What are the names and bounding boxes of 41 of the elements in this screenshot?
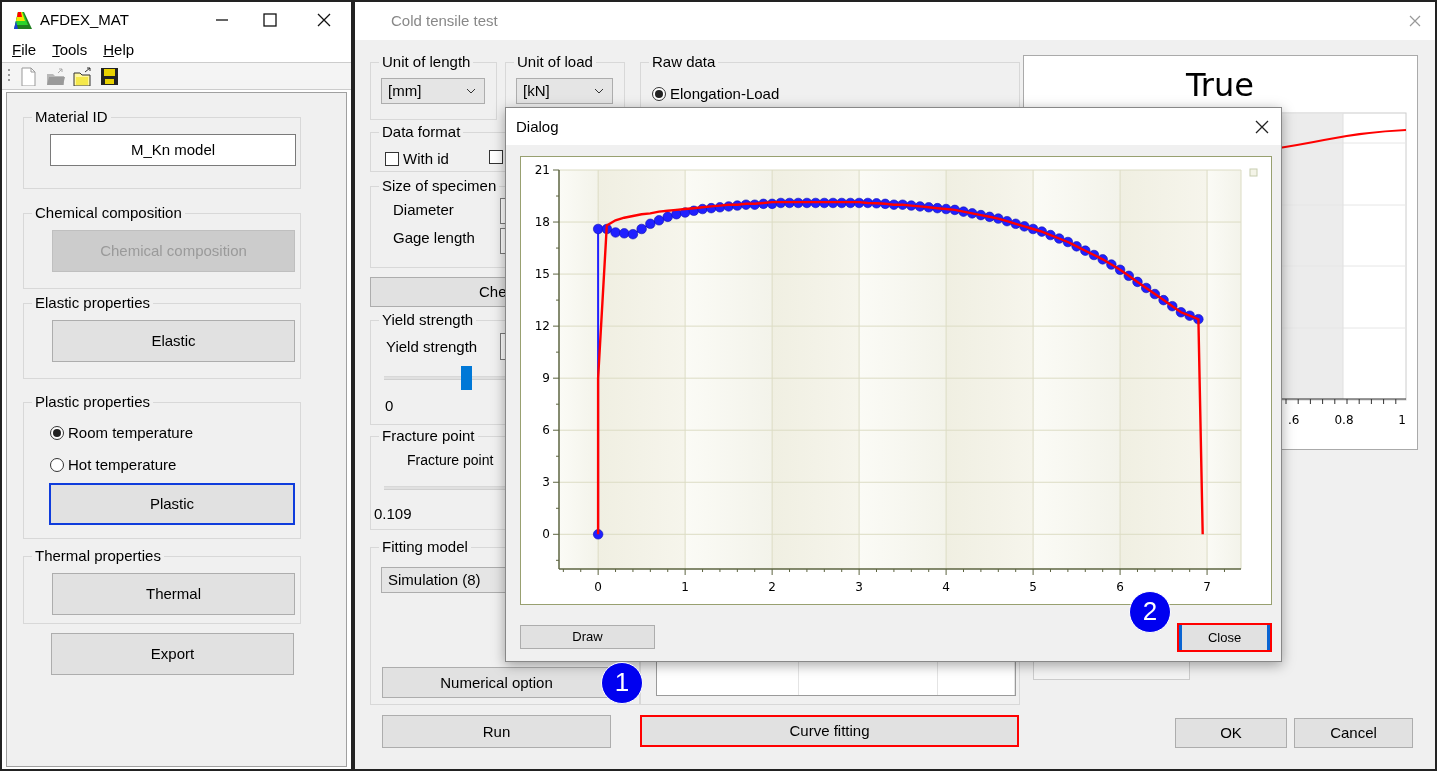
field-label: Yield strength	[386, 338, 478, 356]
tick-label: 0.8	[1334, 413, 1354, 427]
tick-label: 15	[534, 267, 550, 282]
slider-value: 0	[385, 397, 394, 415]
field-label: Gage length	[393, 229, 475, 247]
chart-title: True	[1186, 66, 1254, 104]
group-label: Thermal properties	[32, 547, 164, 565]
tick-label: 9	[542, 371, 550, 386]
tick-label: .6	[1288, 413, 1300, 427]
group-label: Yield strength	[379, 311, 477, 329]
field-label: Fracture point	[407, 452, 494, 469]
window-title: AFDEX_MAT	[40, 11, 129, 29]
group-label: Unit of length	[379, 53, 474, 71]
group-label: Chemical composition	[32, 204, 185, 222]
tick-label: 21	[534, 163, 550, 177]
tick-label: 7	[1203, 580, 1211, 594]
tick-label: 3	[542, 475, 550, 490]
tick-label: 4	[942, 580, 950, 594]
tick-label: 0	[542, 527, 550, 542]
tick-label: 5	[1029, 580, 1037, 594]
dropdown-value: Simulation (8)	[388, 571, 481, 589]
dropdown-value: [kN]	[523, 82, 550, 100]
tick-label: 18	[534, 215, 550, 230]
group-label: Fracture point	[379, 427, 478, 445]
tick-label: 12	[534, 319, 550, 334]
tick-label: 3	[855, 580, 863, 594]
tick-label: 1	[681, 580, 689, 594]
tick-label: 1	[1398, 413, 1406, 427]
tick-label: 2	[768, 580, 776, 594]
dropdown-value: [mm]	[388, 82, 422, 100]
tick-label: 0	[594, 580, 602, 594]
window-title: Dialog	[516, 117, 559, 136]
group-label: Elastic properties	[32, 294, 154, 312]
group-label: Plastic properties	[32, 393, 154, 411]
field-label: Diameter	[393, 201, 454, 219]
group-label: Fitting model	[379, 538, 471, 556]
window-title: Cold tensile test	[391, 12, 498, 30]
tick-label: 6	[1116, 580, 1124, 594]
tick-label: 6	[542, 423, 550, 438]
group-label: Size of specimen	[379, 177, 500, 195]
slider-value: 0.109	[374, 505, 412, 523]
